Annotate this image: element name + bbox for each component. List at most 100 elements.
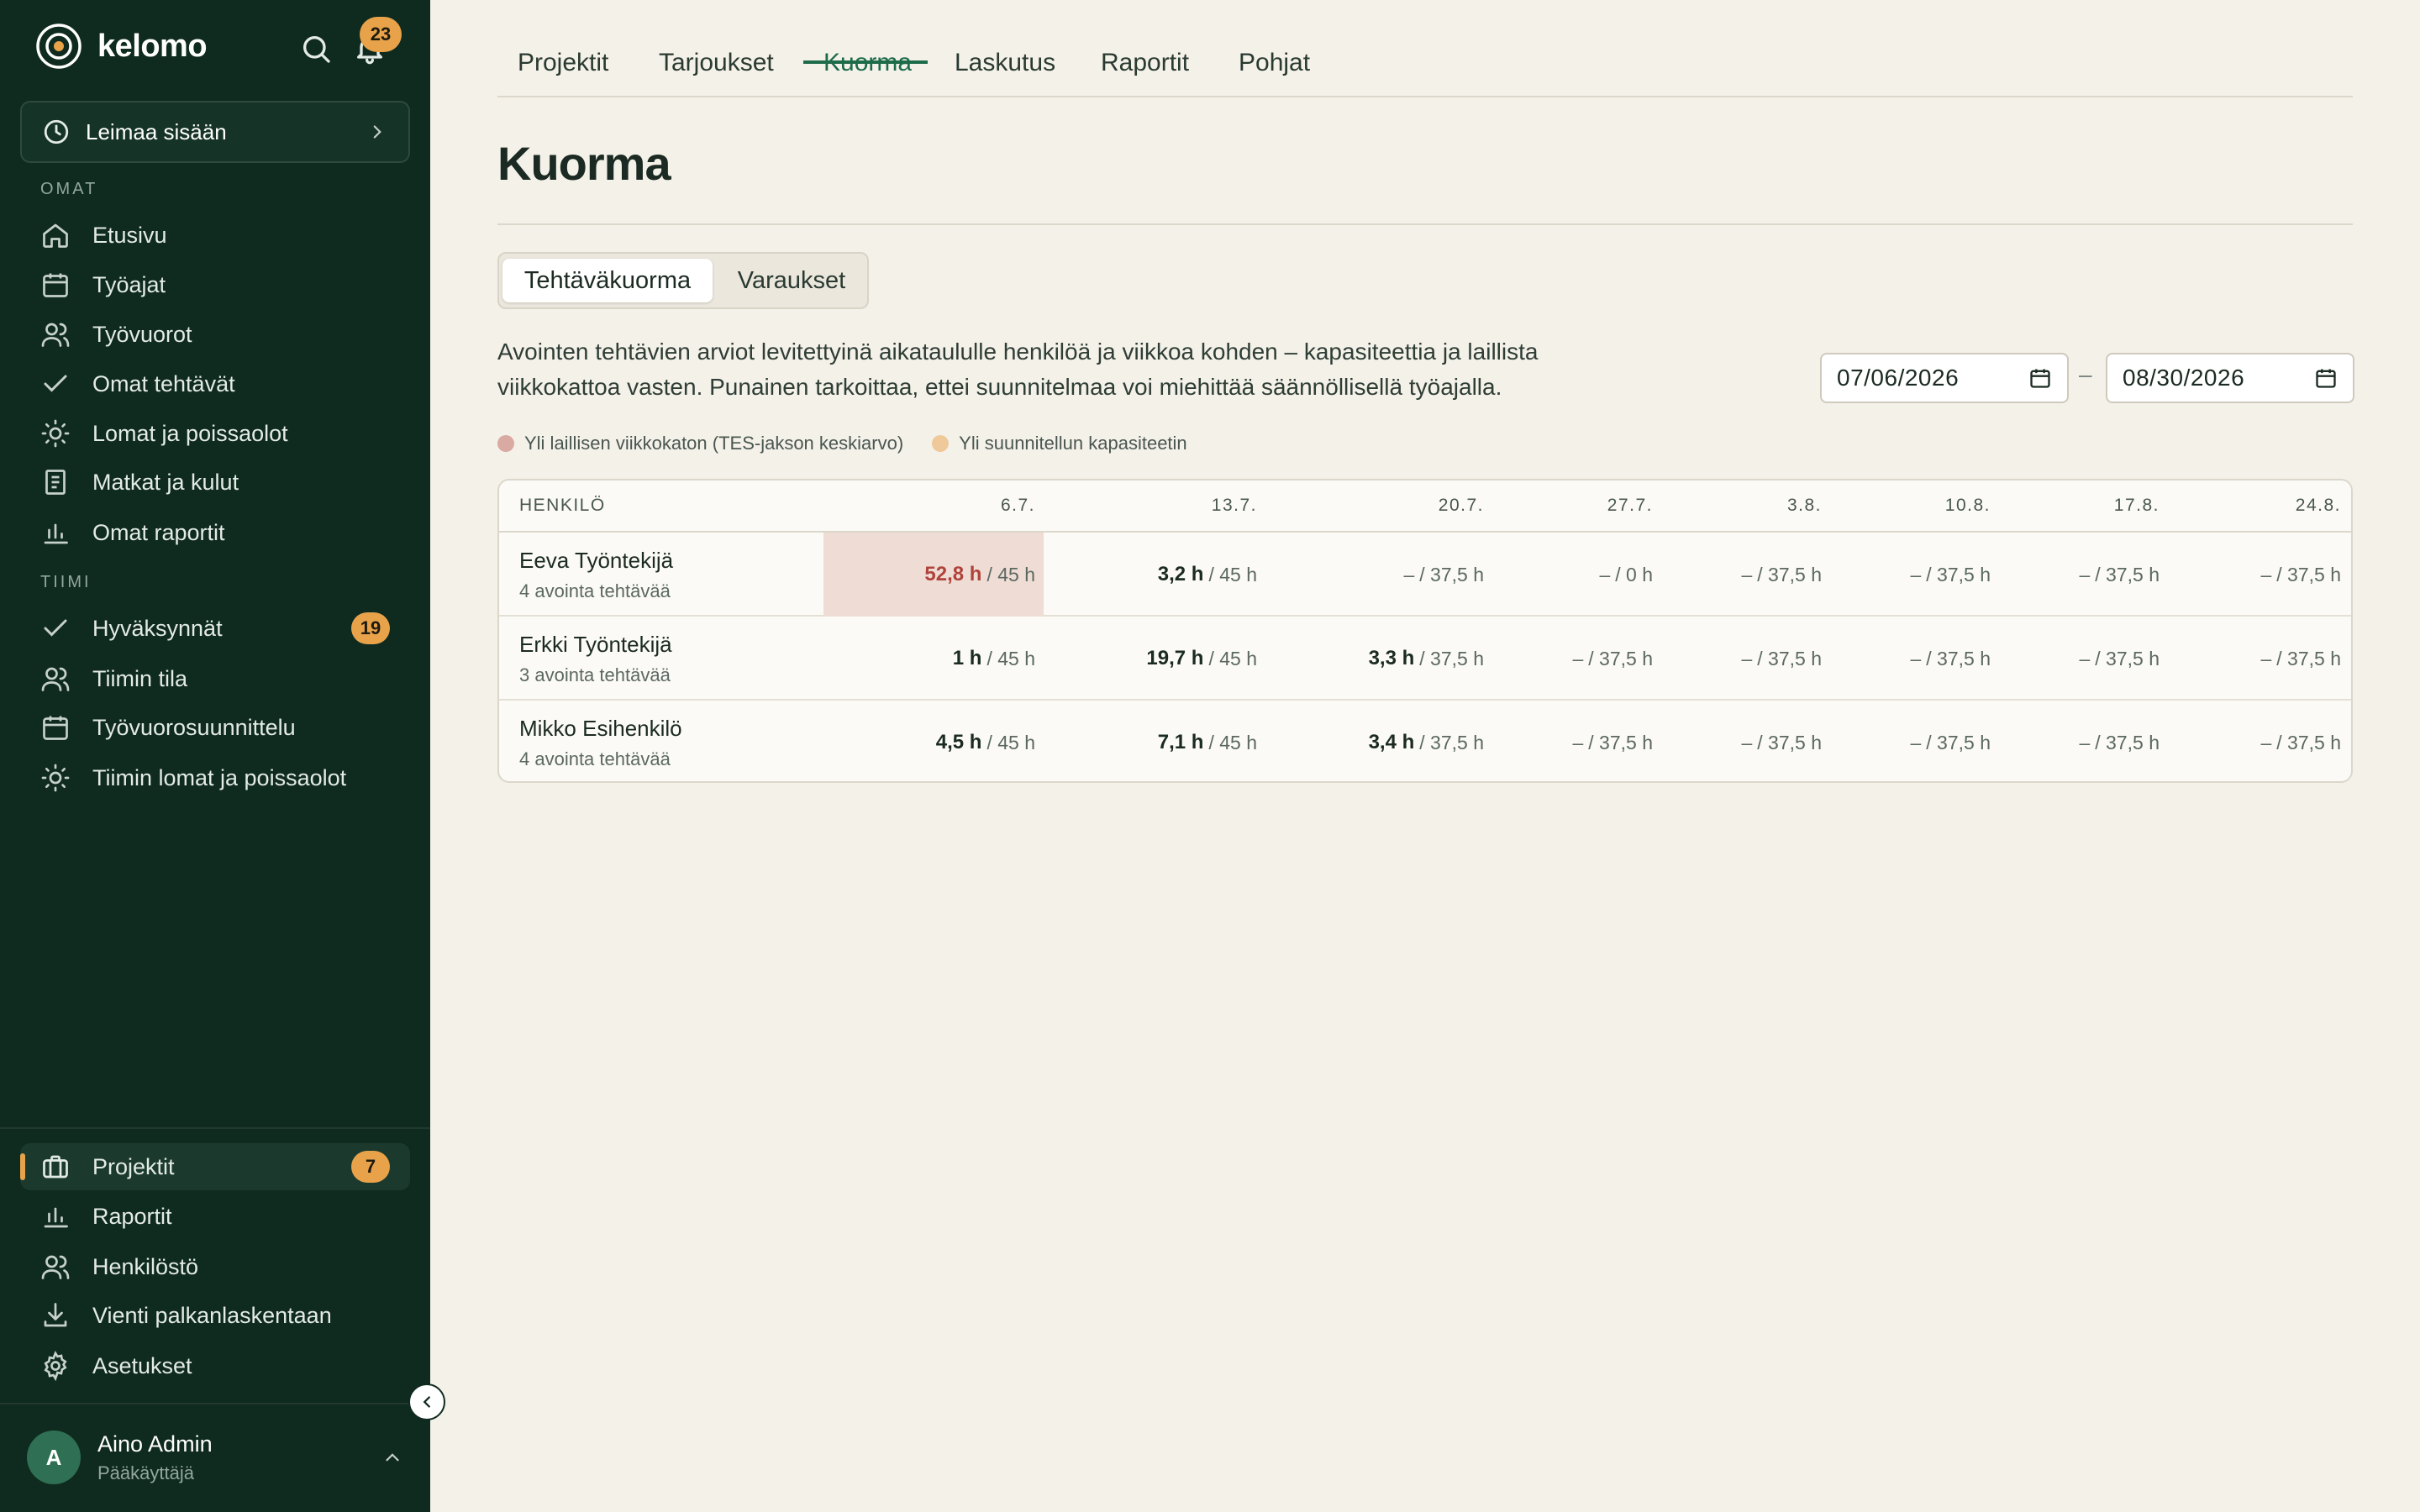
collapse-sidebar-button[interactable] — [408, 1383, 445, 1420]
sun-icon — [41, 419, 70, 448]
legend-label: Yli suunnitellun kapasiteetin — [959, 433, 1187, 454]
legend-item-over-capacity: Yli suunnitellun kapasiteetin — [932, 433, 1187, 454]
table-row: Mikko Esihenkilö 4 avointa tehtävää 4,5 h /… — [499, 701, 2351, 781]
search-icon — [303, 36, 330, 63]
sidebar-item-tyovuorot[interactable]: Työvuorot — [20, 311, 410, 358]
allocated-hours: 4,5 h — [935, 731, 982, 753]
table-header: HENKILÖ 6.7. 13.7. 20.7. 27.7. 3.8. 10.8… — [499, 480, 2351, 533]
capacity-hours: / 45 h — [986, 731, 1035, 753]
workload-cell: –/ 37,5 h — [1493, 617, 1661, 701]
users-icon — [41, 1255, 70, 1279]
tab-pohjat[interactable]: Pohjat — [1239, 49, 1310, 91]
users-icon — [41, 323, 70, 347]
tab-raportit[interactable]: Raportit — [1101, 49, 1189, 91]
capacity-hours: / 37,5 h — [1588, 731, 1653, 753]
sidebar-item-etusivu[interactable]: Etusivu — [20, 212, 410, 259]
tab-kuorma[interactable]: Kuorma — [823, 49, 912, 91]
approvals-count-badge: 19 — [351, 612, 390, 644]
sidebar-item-vienti[interactable]: Vienti palkanlaskentaan — [20, 1292, 410, 1339]
workload-cell: –/ 37,5 h — [1493, 701, 1661, 781]
sidebar-item-lomat[interactable]: Lomat ja poissaolot — [20, 410, 410, 457]
capacity-hours: / 37,5 h — [2095, 731, 2160, 753]
sidebar-item-tyovuorosuunnittelu[interactable]: Työvuorosuunnittelu — [20, 704, 410, 751]
workload-cell: 4,5 h/ 45 h — [823, 701, 1044, 781]
capacity-hours: / 37,5 h — [1419, 647, 1484, 669]
table-row: Eeva Työntekijä 4 avointa tehtävää 52,8 h /… — [499, 533, 2351, 617]
home-icon — [43, 223, 68, 248]
search-button[interactable] — [297, 30, 334, 67]
segment-varaukset[interactable]: Varaukset — [719, 259, 864, 302]
column-header-person: HENKILÖ — [519, 496, 606, 515]
allocated-hours: 3,4 h — [1368, 731, 1415, 753]
calendar-icon — [2030, 369, 2050, 388]
user-menu[interactable]: A Aino Admin Pääkäyttäjä — [27, 1428, 403, 1487]
chevron-right-icon — [373, 125, 381, 139]
allocated-hours: – — [1910, 647, 1922, 669]
person-open-tasks: 3 avointa tehtävää — [519, 664, 671, 685]
sidebar-item-label: Henkilöstö — [92, 1253, 199, 1279]
brand[interactable]: kelomo — [35, 22, 208, 71]
workload-cell: –/ 37,5 h — [1831, 617, 1999, 701]
capacity-hours: / 0 h — [1615, 563, 1653, 585]
column-header-week: 3.8. — [1786, 496, 1822, 515]
allocated-hours: – — [2260, 647, 2272, 669]
chevron-up-icon — [386, 1453, 399, 1462]
allocated-hours: – — [2260, 731, 2272, 753]
projects-count-badge: 7 — [351, 1151, 390, 1183]
segment-tehtavakuorma[interactable]: Tehtäväkuorma — [502, 259, 713, 302]
allocated-hours: – — [1741, 563, 1753, 585]
tab-bar: Projektit Tarjoukset Kuorma Laskutus Rap… — [497, 34, 2353, 97]
sidebar-item-tiimin-tila[interactable]: Tiimin tila — [20, 655, 410, 702]
allocated-hours: – — [1910, 563, 1922, 585]
sidebar-item-projektit[interactable]: Projektit 7 — [20, 1143, 410, 1190]
person-name: Mikko Esihenkilö — [519, 716, 682, 741]
date-to-input[interactable]: 08/30/2026 — [2106, 353, 2354, 403]
allocated-hours: – — [1572, 731, 1584, 753]
capacity-hours: / 37,5 h — [1419, 563, 1484, 585]
sidebar-item-henkilosto[interactable]: Henkilöstö — [20, 1243, 410, 1290]
workload-cell: –/ 37,5 h — [2170, 701, 2349, 781]
sidebar-item-label: Hyväksynnät — [92, 615, 223, 641]
clock-in-button[interactable]: Leimaa sisään — [20, 101, 410, 163]
sidebar-item-label: Vienti palkanlaskentaan — [92, 1302, 332, 1328]
tab-laskutus[interactable]: Laskutus — [955, 49, 1055, 91]
bar-chart-icon — [44, 1207, 68, 1228]
workload-cell: –/ 37,5 h — [2000, 701, 2168, 781]
sidebar-item-omat-raportit[interactable]: Omat raportit — [20, 509, 410, 556]
person-cell: Mikko Esihenkilö 4 avointa tehtävää — [519, 716, 682, 770]
calendar-icon — [2316, 369, 2336, 388]
sidebar-item-label: Omat raportit — [92, 519, 225, 545]
sidebar-item-raportit[interactable]: Raportit — [20, 1193, 410, 1240]
allocated-hours: – — [1741, 731, 1753, 753]
allocated-hours: 3,2 h — [1157, 563, 1204, 585]
capacity-hours: / 37,5 h — [1757, 563, 1822, 585]
workload-cell: –/ 37,5 h — [2000, 533, 2168, 617]
sidebar-item-omat-tehtavat[interactable]: Omat tehtävät — [20, 360, 410, 407]
column-header-week: 17.8. — [2113, 496, 2160, 515]
allocated-hours: – — [2079, 731, 2091, 753]
workload-cell: –/ 0 h — [1493, 533, 1661, 617]
workload-cell: –/ 37,5 h — [2170, 617, 2349, 701]
capacity-hours: / 45 h — [1208, 563, 1257, 585]
person-cell: Eeva Työntekijä 4 avointa tehtävää — [519, 548, 673, 602]
sidebar-item-label: Matkat ja kulut — [92, 469, 239, 495]
person-open-tasks: 4 avointa tehtävää — [519, 748, 671, 769]
sidebar-item-hyvaksynnat[interactable]: Hyväksynnät 19 — [20, 605, 410, 652]
sidebar-item-asetukset[interactable]: Asetukset — [20, 1342, 410, 1389]
person-name: Erkki Työntekijä — [519, 632, 672, 657]
workload-cell: –/ 37,5 h — [1662, 533, 1830, 617]
sidebar-divider — [0, 1403, 430, 1404]
workload-cell: 3,2 h/ 45 h — [1045, 533, 1265, 617]
allocated-hours: – — [1572, 647, 1584, 669]
date-from-input[interactable]: 07/06/2026 — [1820, 353, 2069, 403]
sidebar-item-matkat[interactable]: Matkat ja kulut — [20, 459, 410, 506]
sidebar-item-tyoajat[interactable]: Työajat — [20, 261, 410, 308]
sidebar-item-tiimin-lomat[interactable]: Tiimin lomat ja poissaolot — [20, 754, 410, 801]
tab-tarjoukset[interactable]: Tarjoukset — [659, 49, 774, 91]
clock-icon — [44, 119, 69, 144]
capacity-hours: / 37,5 h — [2276, 563, 2341, 585]
tab-projektit[interactable]: Projektit — [518, 49, 608, 91]
person-name: Eeva Työntekijä — [519, 548, 674, 573]
date-separator: – — [2079, 361, 2092, 387]
allocated-hours: – — [2260, 563, 2272, 585]
